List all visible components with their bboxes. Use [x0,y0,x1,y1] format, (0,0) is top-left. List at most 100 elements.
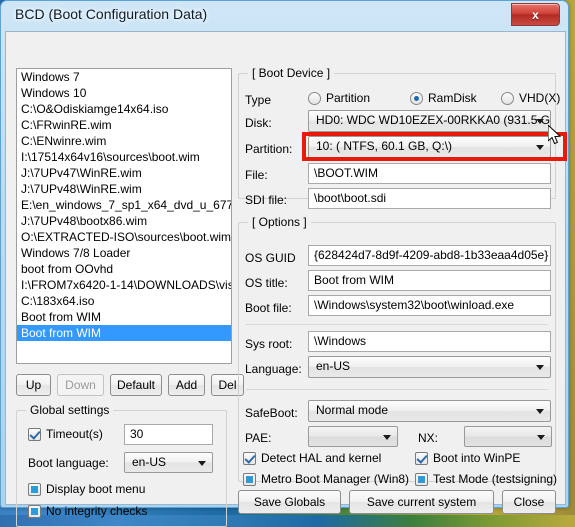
options-divider-1 [246,324,548,325]
safeboot-value: Normal mode [316,403,389,417]
boot-into-winpe-checkbox[interactable]: Boot into WinPE [415,451,520,465]
timeout-checkbox[interactable]: Timeout(s) [28,427,103,441]
list-item[interactable]: Boot from WIM [17,309,231,325]
detect-hal-label: Detect HAL and kernel [261,451,382,465]
list-item[interactable]: E:\en_windows_7_sp1_x64_dvd_u_67733 [17,197,231,213]
radio-icon-selected [410,91,423,105]
nx-label: NX: [418,431,439,445]
set-default-button[interactable]: Default [110,374,162,396]
list-item[interactable]: Windows 7/8 Loader [17,245,231,261]
list-item[interactable]: Boot from WIM [17,325,231,341]
boot-language-value: en-US [132,455,167,469]
os-title-input[interactable]: Boot from WIM [308,270,551,291]
boot-entry-list[interactable]: Windows 7 Windows 10 C:\O&Odiskiamge14x64.… [16,68,232,364]
radio-icon [308,91,321,105]
list-item[interactable]: Windows 7 [17,69,231,85]
move-up-button[interactable]: Up [16,374,51,396]
language-combo[interactable]: en-US [308,356,551,378]
sys-root-input[interactable]: \Windows [308,331,551,352]
test-mode-label: Test Mode (testsigning) [433,472,558,486]
checkbox-icon [415,451,428,465]
list-item[interactable]: boot from OOvhd [17,261,231,277]
language-label: Language: [245,362,302,376]
timeout-input[interactable]: 30 [124,424,213,445]
save-globals-button[interactable]: Save Globals [238,490,341,514]
disk-label: Disk: [245,116,272,130]
type-radio-partition[interactable]: Partition [308,91,370,105]
boot-file-label: Boot file: [245,301,292,315]
bcd-window: BCD (Boot Configuration Data) x Windows … [0,0,569,527]
chevron-down-icon [536,409,544,414]
type-radio-vhdx-label: VHD(X) [519,91,561,105]
partition-combo[interactable]: 10: ( NTFS, 60.1 GB, Q:\) [308,136,551,158]
nx-combo[interactable] [464,426,552,447]
timeout-label: Timeout(s) [46,427,103,441]
sys-root-label: Sys root: [245,337,293,351]
pae-combo[interactable] [308,426,398,447]
options-divider-2 [246,389,548,390]
display-boot-menu-checkbox[interactable]: Display boot menu [28,482,145,496]
partition-value: 10: ( NTFS, 60.1 GB, Q:\) [316,139,453,153]
sdi-file-label: SDI file: [245,193,288,207]
list-item[interactable]: Windows 10 [17,85,231,101]
chevron-down-icon [198,460,206,466]
list-item[interactable]: C:\ENwinre.wim [17,133,231,149]
list-item[interactable]: O:\EXTRACTED-ISO\sources\boot.wim [17,229,231,245]
metro-boot-manager-checkbox[interactable]: Metro Boot Manager (Win8) [243,472,409,486]
safeboot-label: SafeBoot: [245,406,298,420]
language-value: en-US [316,359,351,373]
chevron-down-icon [537,434,545,440]
list-item[interactable]: I:\FROM7x6420-1-14\DOWNLOADS\vista_ [17,277,231,293]
no-integrity-checks-checkbox[interactable]: No integrity checks [28,504,147,518]
chevron-down-icon [536,365,544,370]
disk-value: HD0: WDC WD10EZEX-00RKKA0 (931.5 GB, C: [316,113,551,127]
checkbox-icon [28,427,41,441]
list-item[interactable]: J:\7UPv48\WinRE.wim [17,181,231,197]
boot-file-input[interactable]: \Windows\system32\boot\winload.exe [308,295,551,316]
list-item[interactable]: I:\17514x64v16\sources\boot.wim [17,149,231,165]
boot-language-combo[interactable]: en-US [124,452,213,473]
os-guid-label: OS GUID [245,251,296,265]
title-bar: BCD (Boot Configuration Data) x [1,1,568,31]
no-integrity-checks-label: No integrity checks [46,504,148,518]
chevron-down-icon [536,145,544,150]
list-item[interactable]: C:\O&Odiskiamge14x64.iso [17,101,231,117]
checkbox-icon [415,472,428,486]
boot-into-winpe-label: Boot into WinPE [433,451,521,465]
type-label: Type [245,93,272,107]
save-current-system-button[interactable]: Save current system [349,490,494,514]
window-title: BCD (Boot Configuration Data) [15,6,208,22]
window-close-button[interactable]: x [511,3,560,26]
os-title-label: OS title: [245,276,288,290]
global-settings-title: Global settings [26,403,114,417]
type-radio-vhdx[interactable]: VHD(X) [501,91,560,105]
type-radio-ramdisk-label: RamDisk [428,91,477,105]
list-item[interactable]: C:\183x64.iso [17,293,231,309]
test-mode-checkbox[interactable]: Test Mode (testsigning) [415,472,557,486]
file-input[interactable]: \BOOT.WIM [308,163,551,184]
checkbox-icon [28,482,41,496]
list-item[interactable]: J:\7UPv47\WinRE.wim [17,165,231,181]
safeboot-combo[interactable]: Normal mode [308,400,551,422]
type-radio-partition-label: Partition [326,91,371,105]
list-item[interactable]: C:\FRwinRE.wim [17,117,231,133]
file-label: File: [245,168,268,182]
radio-icon [501,91,514,105]
add-entry-button[interactable]: Add [168,374,205,396]
checkbox-icon [243,451,256,465]
display-boot-menu-label: Display boot menu [46,482,146,496]
move-down-button: Down [57,374,104,396]
os-guid-input[interactable]: {628424d7-8d9f-4209-abd8-1b33eaa4d05e} [308,245,551,266]
chevron-down-icon [383,434,391,440]
checkbox-icon [243,472,256,486]
type-radio-ramdisk[interactable]: RamDisk [410,91,477,105]
sdi-file-input[interactable]: \boot\boot.sdi [308,188,551,209]
client-area: Windows 7 Windows 10 C:\O&Odiskiamge14x64.… [5,31,567,527]
list-item[interactable]: J:\7UPv48\bootx86.wim [17,213,231,229]
partition-label: Partition: [245,142,293,156]
close-button[interactable]: Close [502,490,556,514]
detect-hal-checkbox[interactable]: Detect HAL and kernel [243,451,381,465]
options-title: [ Options ] [248,215,311,229]
disk-combo[interactable]: HD0: WDC WD10EZEX-00RKKA0 (931.5 GB, C: [308,110,551,132]
chevron-down-icon [536,119,544,124]
